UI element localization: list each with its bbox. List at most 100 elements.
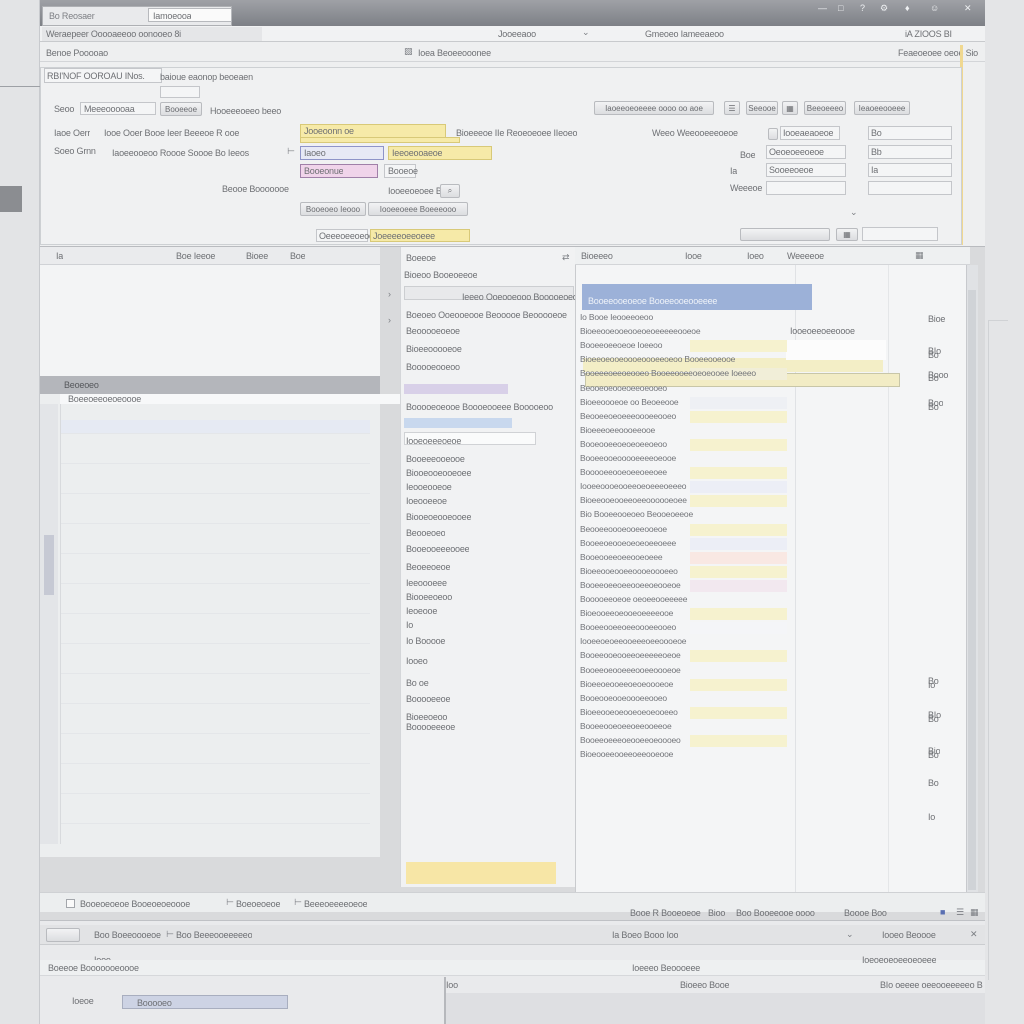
settings-icon[interactable]: ⚙ <box>880 4 888 13</box>
left-col-3[interactable]: Boe <box>290 251 305 261</box>
mid-tree-item[interactable]: Beooooeoeoe <box>406 326 460 336</box>
checkbox-a[interactable] <box>768 128 778 140</box>
status-pin2-icon[interactable]: ⊢ <box>294 898 302 907</box>
menubar-mid-right[interactable]: Gmeoeo Iameeaeoo <box>645 29 724 39</box>
mid-tree-item[interactable]: Biooeooeooeoee <box>406 468 471 478</box>
table-row[interactable] <box>61 810 370 824</box>
detail-row[interactable]: Booeeoeooeoeoeoeeoeee <box>580 538 785 551</box>
detail-row[interactable]: Booeeooeooooeeeeoeooe <box>580 453 785 466</box>
results-list-group-bar[interactable]: Beoeoeo <box>40 376 380 394</box>
mid-selected-item[interactable] <box>404 384 508 394</box>
mid-tree-item[interactable]: Io <box>406 620 413 630</box>
right-field-3b[interactable] <box>868 181 952 195</box>
restore-icon[interactable]: □ <box>838 4 843 13</box>
detail-row[interactable]: Bioeooeeooeeoeeooeooe <box>580 749 785 762</box>
detail-scroll-thumb[interactable] <box>968 290 976 890</box>
detail-row[interactable]: Bioeeoooeoe oo Beoeeooe <box>580 397 785 410</box>
detail-row[interactable]: Booeeeoeeoeooeo Booeeooeeoeoeooee Ioeeeo <box>580 368 785 381</box>
table-row[interactable] <box>61 630 370 644</box>
mid-panel-footer[interactable] <box>406 862 556 884</box>
right-col-3[interactable]: Weeeeoe <box>787 251 824 261</box>
detail-row[interactable]: Bio Booeeooeoeo Beooeoeeoe <box>580 509 785 522</box>
detail-row[interactable]: Booeeooeoeeoeeooeeoe <box>580 721 785 734</box>
detail-row[interactable]: Bioeeooeooeooeoeoeeeeeooeoe <box>580 326 785 339</box>
f1-field[interactable]: Jooeoonn oe <box>300 124 446 138</box>
table-row[interactable] <box>61 540 370 554</box>
help-icon[interactable]: ? <box>860 4 865 13</box>
left-scroll-thumb[interactable] <box>44 535 54 595</box>
list-icon[interactable]: ☰ <box>724 101 740 115</box>
window-tab-selected[interactable]: Iamoeooa <box>148 8 232 22</box>
table-row[interactable] <box>61 420 370 434</box>
tree-collapse-icon[interactable]: › <box>388 316 391 325</box>
expand-icon[interactable]: ▧ <box>404 47 413 56</box>
right-col-2[interactable]: Ioeo <box>747 251 764 261</box>
detail-row[interactable]: Io Booe Ieooeeoeoo <box>580 312 785 325</box>
bottom-first-button[interactable] <box>46 928 80 942</box>
f5-button[interactable]: Iooeeoeee Boeeeooo <box>368 202 468 216</box>
f3-field2[interactable]: Booeoe <box>384 164 418 178</box>
mid-tree-item[interactable]: Bioeeooooeoe <box>406 344 462 354</box>
table-row[interactable] <box>61 750 370 764</box>
row1-button[interactable]: Booeeoe <box>160 102 202 116</box>
table-row[interactable] <box>61 450 370 464</box>
detail-row[interactable]: Bioeeoeooeoooeoooeeoeoo Booeeooeooe <box>580 354 785 367</box>
right-field-2b[interactable]: Ia <box>868 163 952 177</box>
f3-field[interactable]: Booeonue <box>300 164 378 178</box>
table-row[interactable] <box>61 510 370 524</box>
left-col-2[interactable]: Bioee <box>246 251 268 261</box>
table-row[interactable] <box>61 600 370 614</box>
detail-row[interactable]: Booeeoeeoeoe Ioeeoo <box>580 340 785 353</box>
table-row[interactable] <box>61 570 370 584</box>
search-footer-field[interactable]: Oeeeoeeoeooeo <box>316 229 383 242</box>
detail-inline-editor[interactable] <box>786 340 886 360</box>
detail-row[interactable]: Beooeeoeoeeeoooeeooeo <box>580 411 785 424</box>
right-col-0[interactable]: Bioeeeo <box>581 251 613 261</box>
detail-row[interactable]: Iooeeoooeooeeoeoeeeoeeeo <box>580 481 785 494</box>
right-field-3[interactable] <box>766 181 846 195</box>
f4-button[interactable]: Booeoeo Ieooo <box>300 202 366 216</box>
row1-field[interactable]: Meeeooooaa <box>80 102 156 115</box>
detail-row[interactable]: Booooeeoeoe oeoeeooeeeee <box>580 594 785 607</box>
minimize-icon[interactable]: — <box>818 4 827 13</box>
mid-tree-item[interactable]: Io Booooe <box>406 636 445 646</box>
right-field-0[interactable]: Iooeaeaoeoe <box>780 126 840 140</box>
mid-tree-item[interactable]: Booeooeeeooee <box>406 544 469 554</box>
mid-tree-item[interactable]: Beooeoeo <box>406 528 445 538</box>
search-small-field[interactable] <box>160 86 200 98</box>
mid-tree-item[interactable]: Boeoeo Ooeooeooe Beooooe Beooooeoe <box>406 310 567 320</box>
mid-tree-item[interactable]: Biooeeoeoo <box>406 592 452 602</box>
mid-tree-item[interactable]: Ieoeooe <box>406 606 437 616</box>
detail-row[interactable]: Booeeoeeoeeooeeoeooeoe <box>580 580 785 593</box>
detail-row[interactable]: Bioeeooeoeooeoeoeooeeo <box>580 707 785 720</box>
detail-row[interactable]: Booeooeeoeoeoeeoeoo <box>580 439 785 452</box>
bottom-pin-icon[interactable]: ⊢ <box>166 930 174 939</box>
dropdown-arrow-icon[interactable]: ⌄ <box>582 28 590 37</box>
detail-selected-row[interactable]: Booeeooeoeoe Booeeooeooeeee <box>582 284 812 310</box>
detail-row[interactable]: Booooeeooeoeeoeeoee <box>580 467 785 480</box>
detail-row[interactable]: Booeeooeeoeeoooeeooeo <box>580 622 785 635</box>
bottom-close-icon[interactable]: ✕ <box>970 930 978 939</box>
mid-tree-item[interactable]: Booooeeeoe <box>406 722 455 732</box>
mid-tree-item[interactable]: Booooeeoe <box>406 694 450 704</box>
detail-row[interactable]: Booeooeeoeeooeoeee <box>580 552 785 565</box>
status-checkbox[interactable] <box>66 899 75 908</box>
columns-icon[interactable]: ▦ <box>915 251 924 260</box>
row1-btn4[interactable]: Ieaoeeooeee <box>854 101 910 115</box>
table-row[interactable] <box>61 690 370 704</box>
bottom-selected-field[interactable]: Booooeo <box>122 995 288 1009</box>
splitter-icon[interactable]: ⇄ <box>562 253 570 262</box>
bottom-row-1[interactable]: Boeeoe Booooooeoooe Ioeeeo Beoooeee Ioeo… <box>40 955 985 976</box>
chevron-down-icon[interactable]: ⌄ <box>850 208 858 217</box>
table-row[interactable] <box>61 660 370 674</box>
mid-tree-item[interactable]: Ioeooeeoe <box>406 496 447 506</box>
f2-field2[interactable]: Ieeoeooaeoe <box>388 146 492 160</box>
menubar-path-tab[interactable]: Weraepeer Ooooaeeoo oonooeo 8i <box>42 27 262 41</box>
left-col-1[interactable]: Boe Ieeoe <box>176 251 215 261</box>
grid-icon[interactable]: ▦ <box>782 101 798 115</box>
menubar-center[interactable]: Jooeeaoo <box>498 29 536 39</box>
mid-tree-item[interactable]: Bo oe <box>406 678 429 688</box>
table-row[interactable] <box>61 780 370 794</box>
detail-row[interactable]: Bioeeeoeeoooeeooe <box>580 425 785 438</box>
right-col-1[interactable]: Iooe <box>685 251 702 261</box>
